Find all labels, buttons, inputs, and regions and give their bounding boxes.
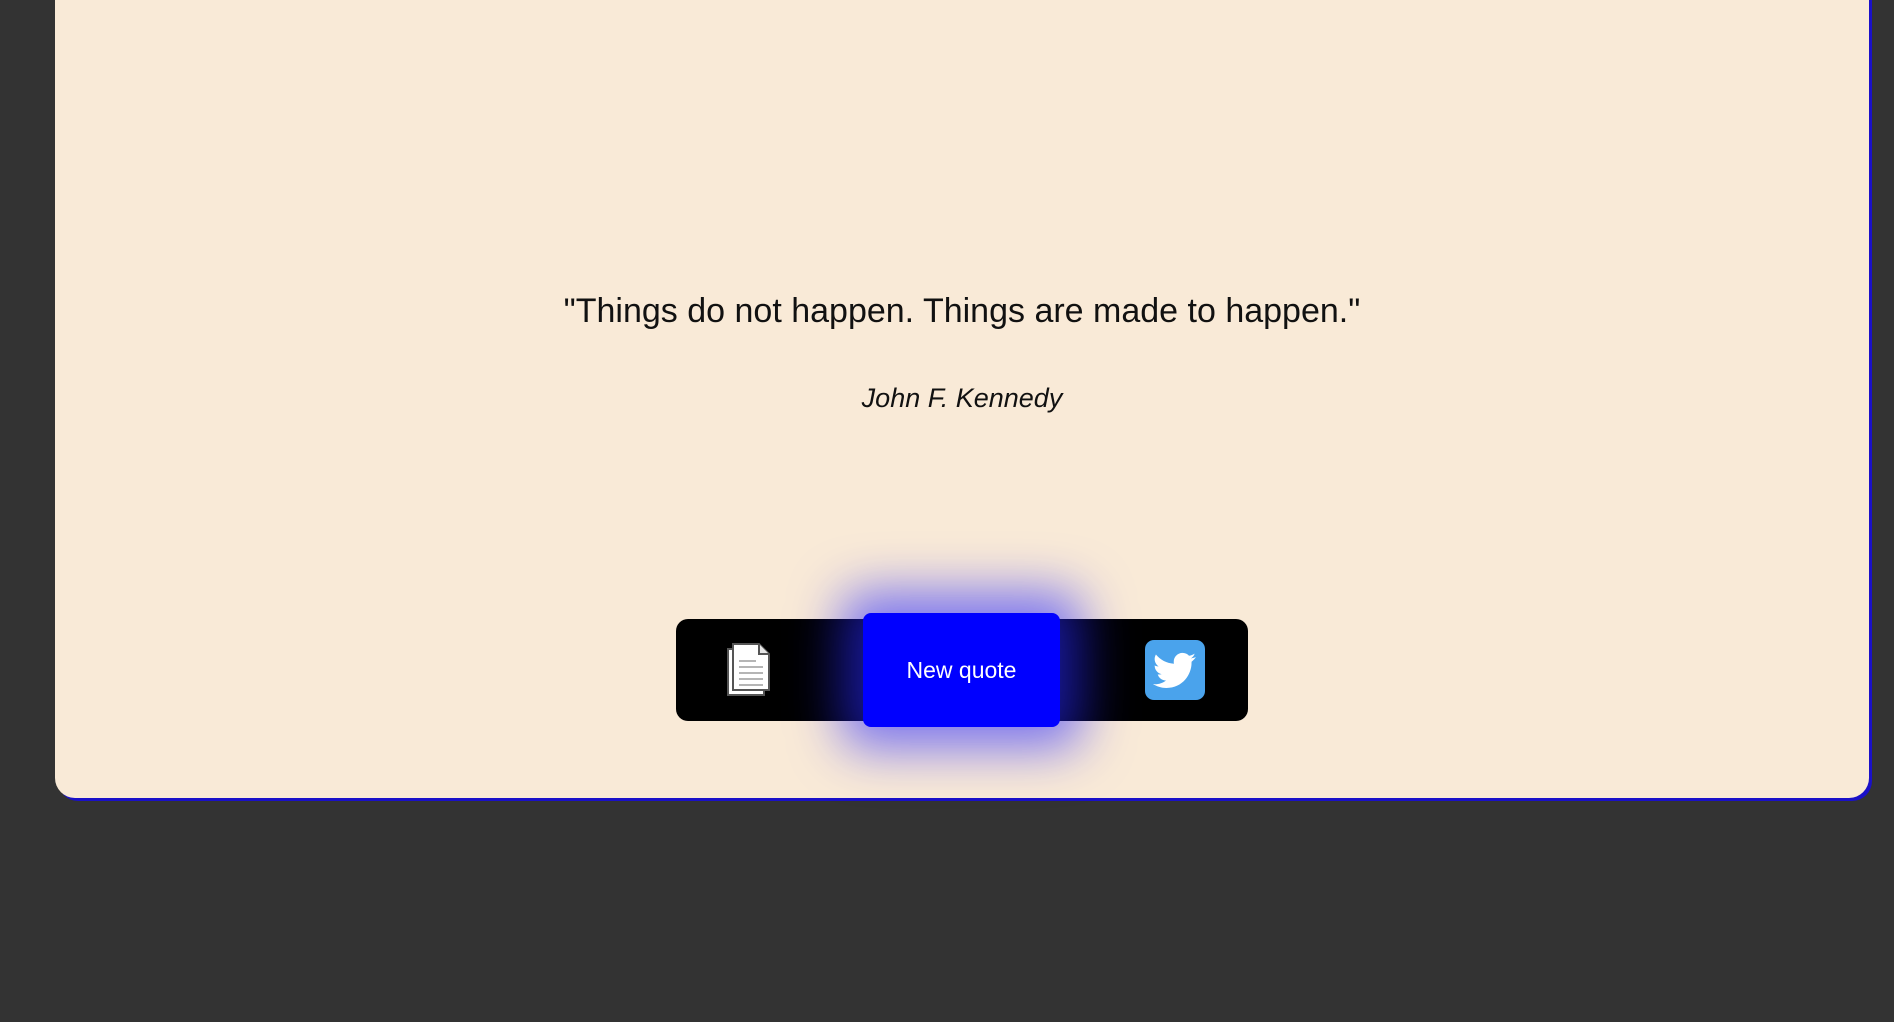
- tweet-quote-button[interactable]: [1145, 640, 1205, 700]
- quote-author: John F. Kennedy: [861, 383, 1063, 413]
- quote-text: "Things do not happen. Things are made t…: [563, 292, 1361, 330]
- twitter-icon: [1152, 652, 1196, 688]
- copy-quote-button[interactable]: [724, 641, 776, 699]
- new-quote-button[interactable]: New quote: [863, 613, 1060, 727]
- document-copy-icon: [727, 643, 770, 696]
